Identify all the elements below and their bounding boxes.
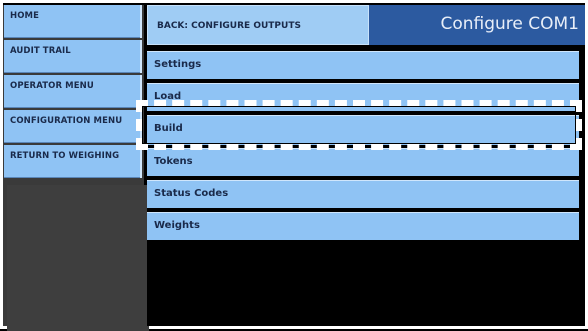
- menu-item-settings[interactable]: Settings: [147, 51, 579, 79]
- nav-return-to-weighing-button[interactable]: RETURN TO WEIGHING: [4, 145, 142, 178]
- nav-empty-area: [7, 185, 149, 331]
- page-title: Configure COM1: [369, 5, 585, 45]
- main-panel: BACK: CONFIGURE OUTPUTS Configure COM1 S…: [147, 5, 585, 326]
- menu-item-status-codes[interactable]: Status Codes: [147, 180, 579, 208]
- menu-item-weights[interactable]: Weights: [147, 212, 579, 240]
- back-button[interactable]: BACK: CONFIGURE OUTPUTS: [147, 5, 369, 45]
- menu-item-load[interactable]: Load: [147, 83, 579, 111]
- menu-item-build[interactable]: Build: [147, 115, 579, 145]
- nav-operator-menu-button[interactable]: OPERATOR MENU: [4, 75, 142, 108]
- header: BACK: CONFIGURE OUTPUTS Configure COM1: [147, 5, 585, 45]
- nav-audit-trail-button[interactable]: AUDIT TRAIL: [4, 40, 142, 73]
- device-frame: HOME AUDIT TRAIL OPERATOR MENU CONFIGURA…: [0, 0, 588, 331]
- nav-configuration-menu-button[interactable]: CONFIGURATION MENU: [4, 110, 142, 143]
- nav-home-button[interactable]: HOME: [4, 5, 142, 38]
- menu-item-tokens[interactable]: Tokens: [147, 148, 579, 176]
